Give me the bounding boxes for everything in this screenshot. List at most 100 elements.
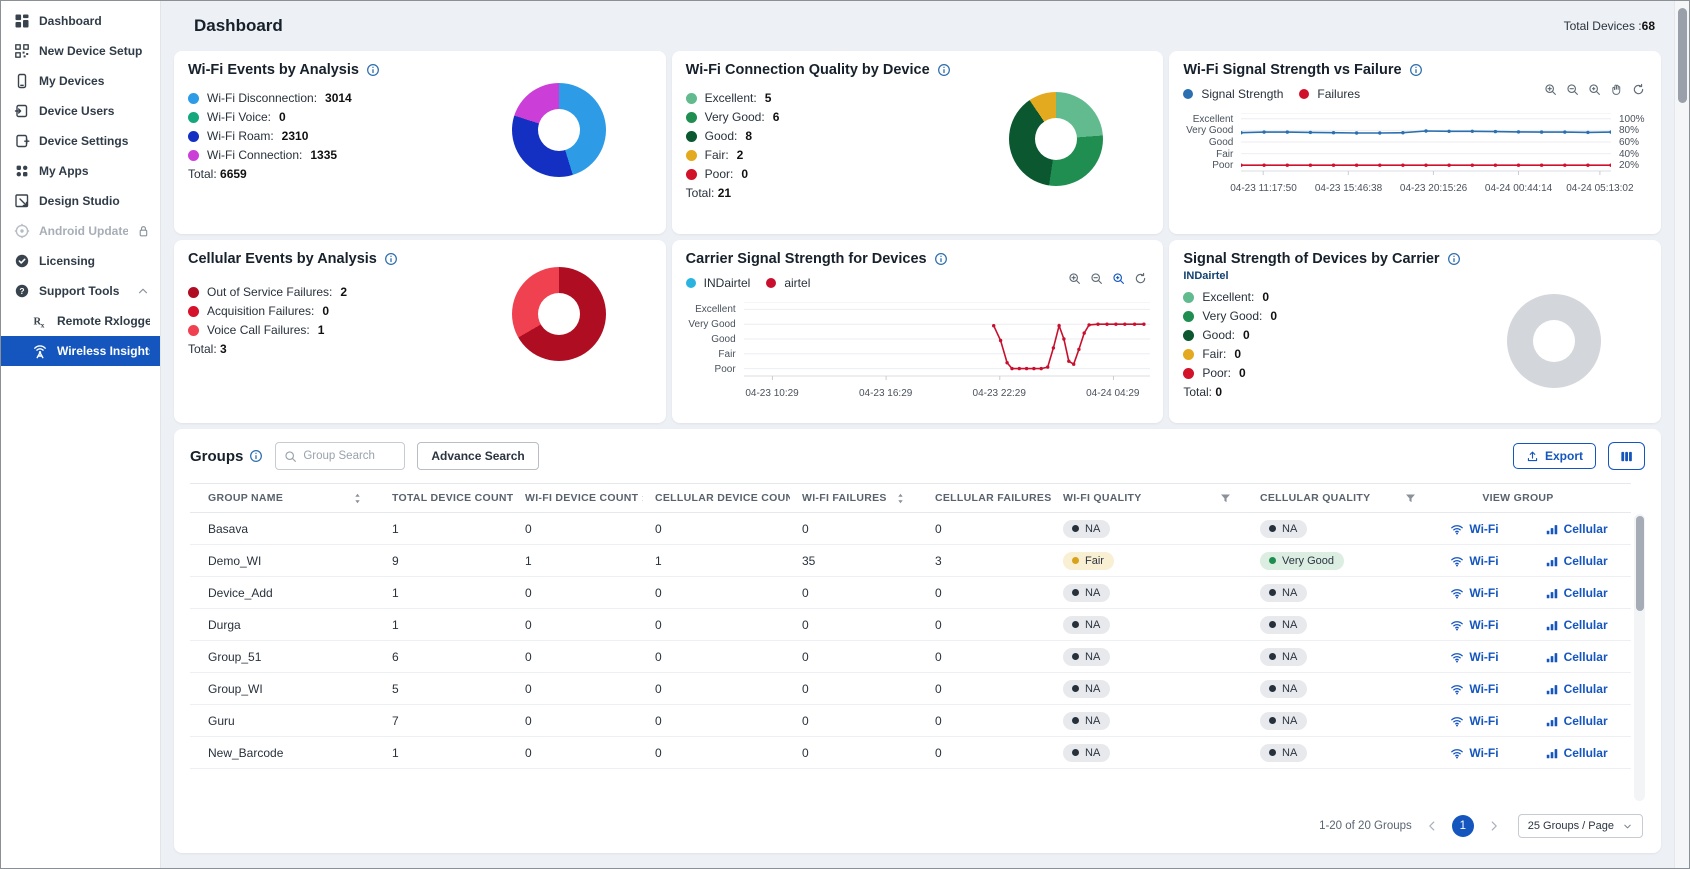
info-icon[interactable] — [1447, 252, 1461, 266]
advance-search-button[interactable]: Advance Search — [417, 442, 538, 470]
view-cellular-link[interactable]: Cellular — [1545, 618, 1608, 632]
info-icon[interactable] — [937, 63, 951, 77]
view-wifi-link[interactable]: Wi-Fi — [1450, 682, 1498, 696]
donut-layout: Out of Service Failures: 2Acquisition Fa… — [188, 267, 652, 361]
legend-label: Voice Call Failures: — [207, 323, 310, 337]
info-icon[interactable] — [934, 252, 948, 266]
sidebar-item-support-tools[interactable]: ?Support Tools — [1, 276, 160, 306]
view-wifi-link[interactable]: Wi-Fi — [1450, 618, 1498, 632]
legend-value: 0 — [1243, 328, 1250, 342]
view-wifi-link[interactable]: Wi-Fi — [1450, 650, 1498, 664]
sidebar-item-design-studio[interactable]: Design Studio — [1, 186, 160, 216]
bars-icon — [1545, 618, 1559, 632]
page-scrollbar[interactable] — [1674, 1, 1689, 868]
table-scrollbar[interactable] — [1634, 514, 1645, 801]
sidebar-item-device-settings[interactable]: Device Settings — [1, 126, 160, 156]
filter-icon[interactable] — [1219, 492, 1232, 505]
info-icon[interactable] — [366, 63, 380, 77]
device-user-icon — [14, 103, 30, 119]
zoom-select-icon[interactable] — [1112, 272, 1125, 285]
legend-label: Fair: — [705, 148, 729, 162]
wifi-failures: 0 — [790, 746, 923, 760]
y-axis-label: Fair — [1216, 149, 1233, 160]
app-window: DashboardNew Device SetupMy DevicesDevic… — [0, 0, 1690, 869]
x-axis-label: 04-23 20:15:26 — [1400, 183, 1467, 194]
chart-legend: Out of Service Failures: 2Acquisition Fa… — [188, 285, 347, 337]
view-wifi-link[interactable]: Wi-Fi — [1450, 714, 1498, 728]
sidebar-item-my-apps[interactable]: My Apps — [1, 156, 160, 186]
column-header-label: GROUP NAME — [208, 492, 283, 504]
cellular-quality-cell: NA — [1248, 712, 1433, 730]
column-header-label: CELLULAR QUALITY — [1260, 492, 1370, 504]
column-settings-button[interactable] — [1608, 442, 1645, 470]
chevron-up-icon[interactable] — [136, 284, 150, 298]
view-wifi-link[interactable]: Wi-Fi — [1450, 522, 1498, 536]
rx-icon: Rx — [32, 313, 48, 329]
chevron-right-icon[interactable] — [1487, 819, 1501, 833]
view-wifi-link[interactable]: Wi-Fi — [1450, 586, 1498, 600]
page-number-button[interactable]: 1 — [1452, 815, 1474, 837]
sort-icon[interactable] — [894, 492, 907, 505]
view-cellular-link[interactable]: Cellular — [1545, 522, 1608, 536]
sidebar-item-dashboard[interactable]: Dashboard — [1, 6, 160, 36]
zoom-in-icon[interactable] — [1544, 83, 1557, 96]
table-row-durga: Durga10000NANAWi-FiCellular — [190, 609, 1631, 641]
view-cellular-link[interactable]: Cellular — [1545, 714, 1608, 728]
zoom-out-icon[interactable] — [1090, 272, 1103, 285]
legend-value: 0 — [741, 167, 748, 181]
quality-dot — [1269, 717, 1276, 724]
quality-badge: NA — [1063, 648, 1110, 666]
quality-badge: NA — [1260, 584, 1307, 602]
sort-icon[interactable] — [351, 492, 364, 505]
zoom-in-icon[interactable] — [1068, 272, 1081, 285]
link-label: Wi-Fi — [1469, 618, 1498, 632]
sidebar-item-wireless-insights[interactable]: Wireless Insights — [1, 336, 160, 366]
legend-value: 5 — [765, 91, 772, 105]
chart-legend: Wi-Fi Disconnection: 3014Wi-Fi Voice: 0W… — [188, 91, 352, 162]
reset-icon[interactable] — [1134, 272, 1147, 285]
legend-dot — [686, 150, 697, 161]
device-icon — [14, 73, 30, 89]
card-carrier-signal: Carrier Signal Strength for Devices INDa… — [672, 240, 1164, 423]
card-wifi-quality: Wi-Fi Connection Quality by Device Excel… — [672, 51, 1164, 234]
sidebar-item-device-users[interactable]: Device Users — [1, 96, 160, 126]
chevron-left-icon[interactable] — [1425, 819, 1439, 833]
column-header-label: WI-FI DEVICE COUNT — [525, 492, 638, 504]
sidebar-item-licensing[interactable]: Licensing — [1, 246, 160, 276]
right-axis-label: 20% — [1619, 160, 1639, 171]
view-cellular-link[interactable]: Cellular — [1545, 746, 1608, 760]
legend-dot — [188, 325, 199, 336]
view-cellular-link[interactable]: Cellular — [1545, 682, 1608, 696]
group-search-input[interactable] — [303, 450, 396, 462]
zoom-out-icon[interactable] — [1566, 83, 1579, 96]
filter-icon[interactable] — [1404, 492, 1417, 505]
info-icon[interactable] — [249, 449, 263, 463]
cellular-quality-cell: NA — [1248, 584, 1433, 602]
view-cellular-link[interactable]: Cellular — [1545, 586, 1608, 600]
sidebar-item-android-updates[interactable]: Android Updates — [1, 216, 160, 246]
view-cellular-link[interactable]: Cellular — [1545, 554, 1608, 568]
view-cellular-link[interactable]: Cellular — [1545, 650, 1608, 664]
table-scrollbar-thumb[interactable] — [1636, 516, 1644, 611]
page-scrollbar-thumb[interactable] — [1678, 8, 1687, 103]
total-label: Total: — [1183, 385, 1212, 399]
view-wifi-link[interactable]: Wi-Fi — [1450, 554, 1498, 568]
sidebar-item-remote-rxlogger[interactable]: RxRemote Rxlogger — [1, 306, 160, 336]
view-wifi-link[interactable]: Wi-Fi — [1450, 746, 1498, 760]
total-devices-value: 68 — [1642, 19, 1655, 33]
pan-icon[interactable] — [1610, 83, 1623, 96]
export-button[interactable]: Export — [1513, 443, 1596, 469]
donut-hole — [538, 293, 580, 335]
info-icon[interactable] — [1409, 63, 1423, 77]
total-value: 0 — [1215, 385, 1222, 399]
export-label: Export — [1545, 449, 1583, 463]
info-icon[interactable] — [384, 252, 398, 266]
page-size-select[interactable]: 25 Groups / Page — [1518, 814, 1643, 838]
sidebar-item-new-device-setup[interactable]: New Device Setup — [1, 36, 160, 66]
pagination-range: 1-20 of 20 Groups — [1319, 820, 1412, 832]
sidebar-item-my-devices[interactable]: My Devices — [1, 66, 160, 96]
quality-badge: Very Good — [1260, 552, 1344, 570]
reset-icon[interactable] — [1632, 83, 1645, 96]
card-title-text: Carrier Signal Strength for Devices — [686, 251, 927, 267]
zoom-select-icon[interactable] — [1588, 83, 1601, 96]
